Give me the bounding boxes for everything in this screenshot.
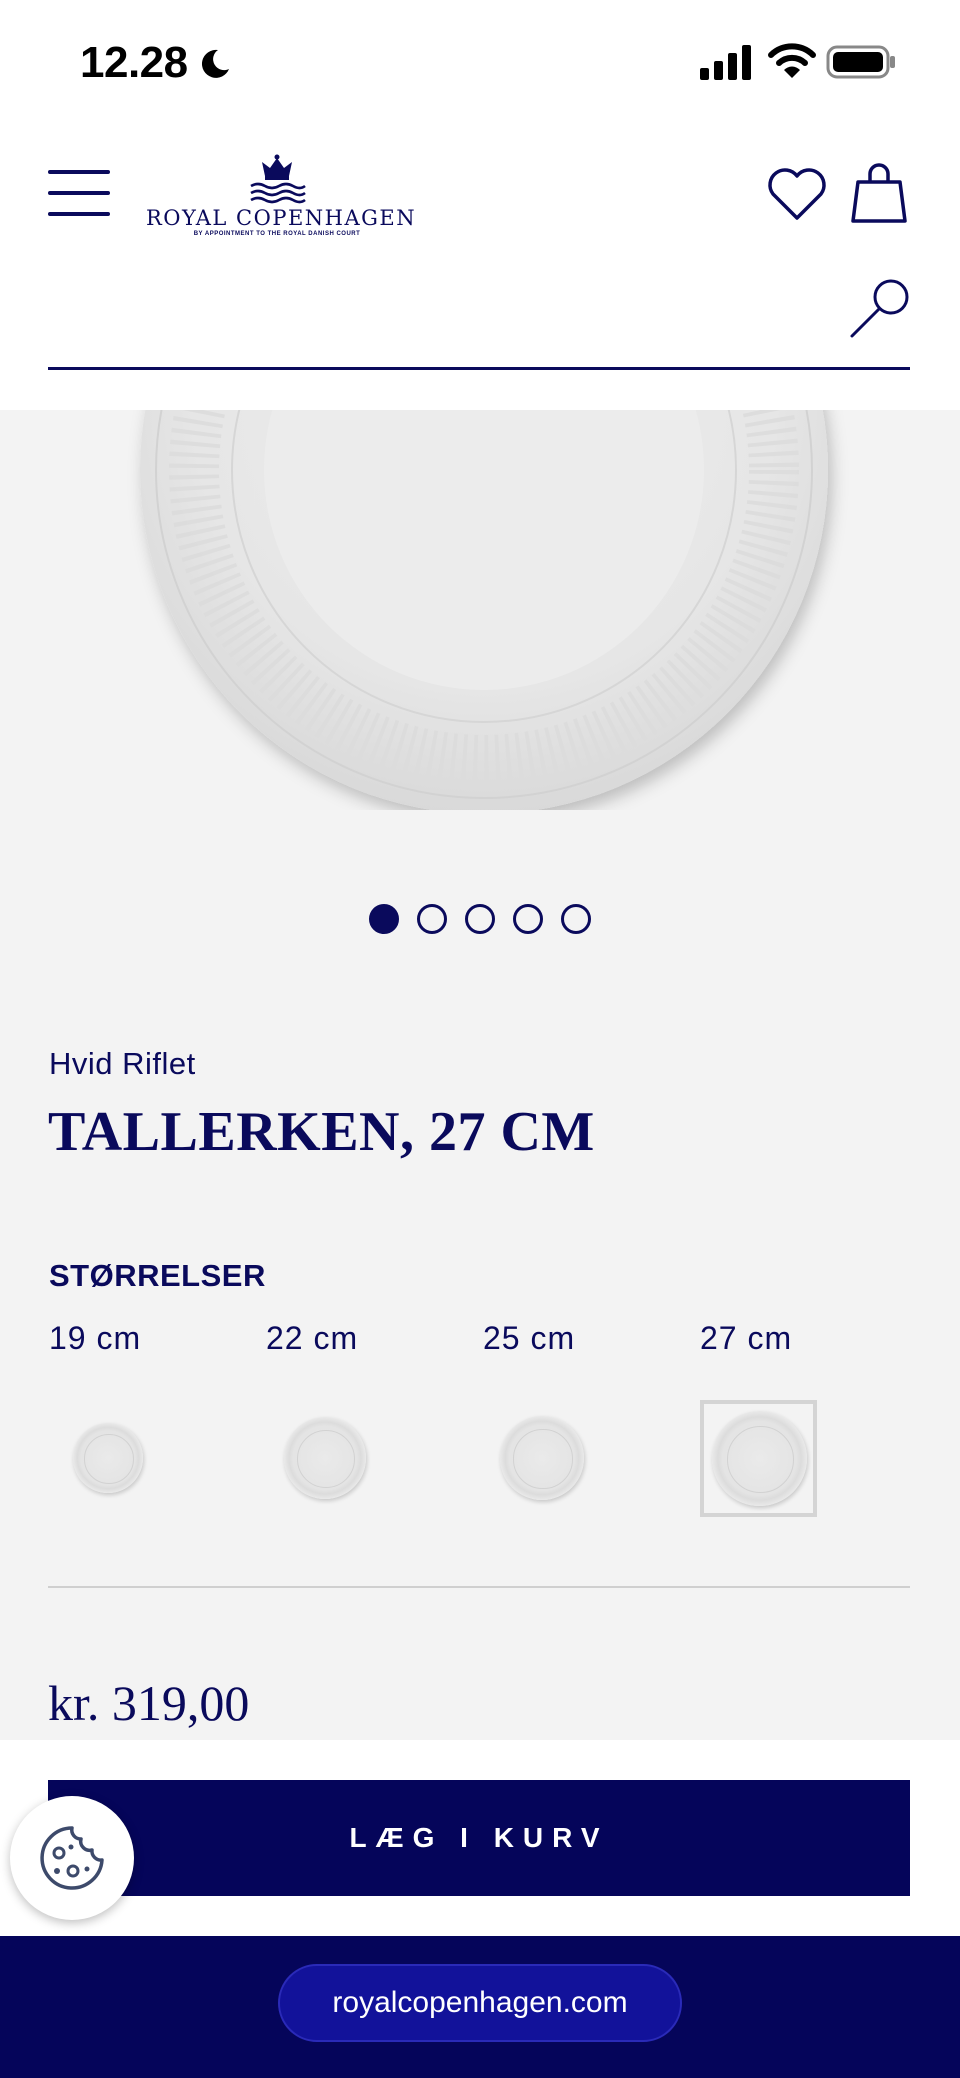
crown-waves-logo-icon [250,154,306,204]
wifi-icon [768,43,816,78]
menu-icon[interactable] [48,168,110,218]
size-label: 27 cm [700,1320,793,1356]
gallery-dot-4[interactable] [513,904,543,934]
product-image[interactable] [0,410,960,810]
divider [48,1586,910,1588]
size-label: 22 cm [266,1320,359,1356]
product-collection[interactable]: Hvid Riflet [49,1046,196,1082]
add-to-cart-bar: LÆG I KURV [0,1740,960,1936]
browser-url-bar: royalcopenhagen.com [0,1936,960,2078]
signal-icon [700,45,751,80]
product-price: kr. 319,00 [48,1675,250,1731]
gallery-dot-2[interactable] [417,904,447,934]
cookie-icon [40,1826,104,1890]
plate-image [140,410,828,810]
battery-icon [826,45,895,79]
status-time: 12.28 [80,38,188,87]
add-to-cart-button[interactable]: LÆG I KURV [48,1780,910,1896]
size-option-22[interactable]: 22 cm [266,1320,466,1520]
search-bar [48,278,910,370]
moon-icon [201,49,229,78]
logo-text: ROYAL COPENHAGEN [146,206,417,230]
status-bar: 12.28 [0,0,960,128]
search-input[interactable] [48,286,828,356]
logo-subtext: BY APPOINTMENT TO THE ROYAL DANISH COURT [193,231,361,237]
sizes-heading: STØRRELSER [49,1258,266,1293]
size-label: 25 cm [483,1320,576,1356]
gallery-pagination [0,904,960,936]
gallery-dot-1[interactable] [369,904,399,934]
bag-icon[interactable] [850,162,908,224]
url-field[interactable]: royalcopenhagen.com [278,1964,682,2042]
brand-logo[interactable]: ROYAL COPENHAGEN BY APPOINTMENT TO THE R… [146,154,417,244]
site-header: ROYAL COPENHAGEN BY APPOINTMENT TO THE R… [0,128,960,410]
gallery-dot-5[interactable] [561,904,591,934]
size-label: 19 cm [49,1320,142,1356]
size-option-19[interactable]: 19 cm [49,1320,249,1520]
size-option-25[interactable]: 25 cm [483,1320,683,1520]
size-option-27-selected[interactable]: 27 cm [700,1320,900,1520]
size-thumbnail [284,1417,366,1499]
size-thumbnail [712,1411,807,1506]
gallery-dot-3[interactable] [465,904,495,934]
search-icon[interactable] [848,278,910,340]
cookie-settings-button[interactable] [10,1796,134,1920]
product-section: Hvid Riflet TALLERKEN, 27 CM STØRRELSER … [0,410,960,1740]
size-thumbnail [73,1423,143,1493]
heart-icon[interactable] [766,164,828,222]
size-thumbnail [500,1416,584,1500]
product-title: TALLERKEN, 27 CM [48,1101,595,1163]
